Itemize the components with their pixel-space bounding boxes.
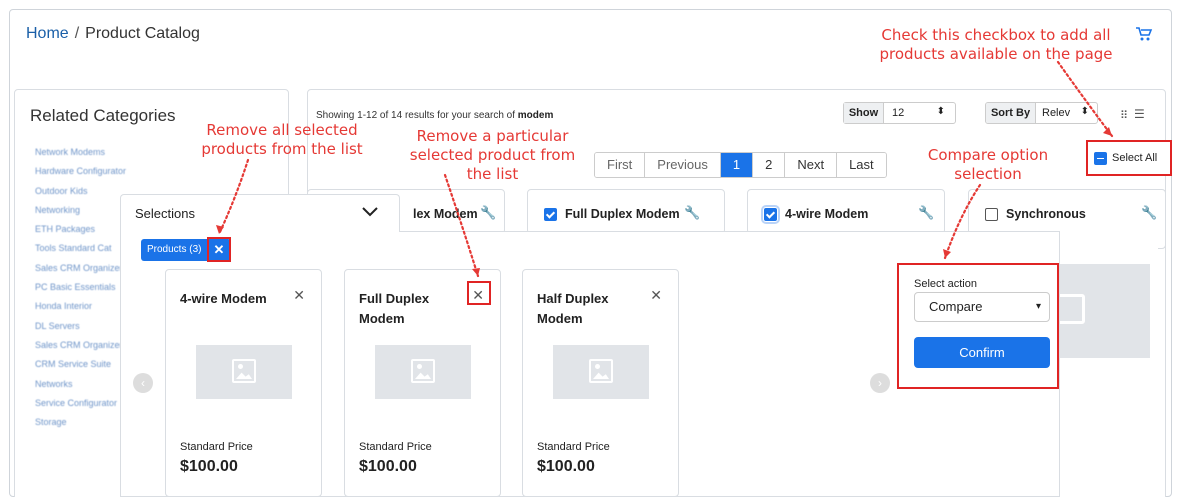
arrow-to-remove-one xyxy=(443,173,480,278)
arrowhead xyxy=(943,249,951,258)
arrow-to-select-all xyxy=(1056,60,1114,138)
annotation-arrows xyxy=(216,60,1114,278)
arrow-to-compare xyxy=(943,183,982,260)
arrow-to-remove-all xyxy=(217,158,250,236)
arrowhead xyxy=(1103,127,1112,136)
arrowhead xyxy=(472,268,480,276)
